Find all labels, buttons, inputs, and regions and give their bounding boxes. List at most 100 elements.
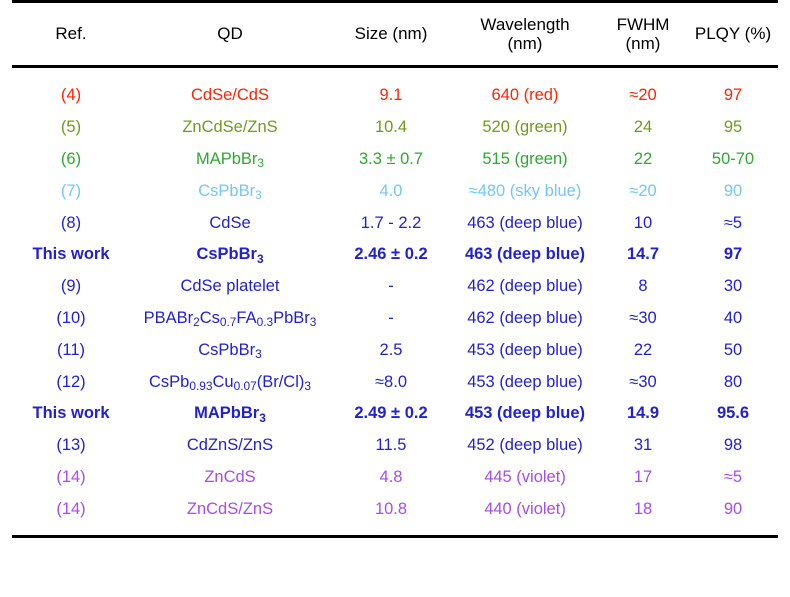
table-row: (12) CsPb0.93Cu0.07(Br/Cl)3 ≈8.0 453 (deep … — [12, 366, 778, 398]
cell-wavelength: 462 (deep blue) — [452, 271, 598, 303]
cell-size-text: 2.5 — [379, 340, 403, 359]
cell-plqy-text: 80 — [723, 372, 743, 391]
table-row: This work MAPbBr3 2.49 ± 0.2 453 (deep blue… — [12, 398, 778, 430]
cell-plqy: 50-70 — [688, 144, 778, 176]
cell-ref-text: (12) — [56, 372, 86, 391]
cell-qd-text: CdSe platelet — [180, 277, 280, 296]
cell-qd: ZnCdS/ZnS — [130, 493, 330, 536]
cell-qd: ZnCdS — [130, 462, 330, 494]
cell-qd-text: CdZnS/ZnS — [186, 436, 274, 455]
cell-plqy: 95.6 — [688, 398, 778, 430]
cell-size-text: - — [388, 277, 394, 296]
cell-fwhm: 22 — [598, 334, 688, 366]
cell-qd-text: MAPbBr3 — [194, 404, 266, 425]
table-body: (4) CdSe/CdS 9.1 640 (red) ≈20 97 (5) ZnCdSe/Zn… — [12, 67, 778, 537]
cell-ref: (5) — [12, 112, 130, 144]
cell-ref-text: (6) — [60, 149, 82, 168]
cell-fwhm: 8 — [598, 271, 688, 303]
cell-wavelength-text: 453 (deep blue) — [467, 372, 583, 391]
cell-fwhm-text: 14.7 — [626, 245, 660, 264]
cell-wavelength: 640 (red) — [452, 67, 598, 112]
cell-fwhm: ≈20 — [598, 67, 688, 112]
cell-qd: CsPbBr3 — [130, 175, 330, 207]
cell-fwhm: 14.9 — [598, 398, 688, 430]
cell-size-text: 3.3 ± 0.7 — [358, 149, 424, 168]
cell-fwhm-text: ≈30 — [629, 372, 657, 391]
cell-plqy: 30 — [688, 271, 778, 303]
cell-qd: PBABr2Cs0.7FA0.3PbBr3 — [130, 303, 330, 335]
cell-size-text: 2.49 ± 0.2 — [354, 404, 428, 423]
table-footer — [12, 535, 778, 539]
cell-wavelength-text: 453 (deep blue) — [467, 340, 583, 359]
cell-fwhm-text: 31 — [633, 436, 653, 455]
data-table: Ref. QD Size (nm) Wavelength (nm) FWHM (… — [12, 0, 778, 539]
cell-wavelength: 453 (deep blue) — [452, 334, 598, 366]
cell-qd-text: ZnCdSe/ZnS — [182, 118, 278, 137]
cell-fwhm: 17 — [598, 462, 688, 494]
cell-qd-text: ZnCdS — [204, 467, 256, 486]
column-header-wavelength-unit: (nm) — [507, 34, 543, 53]
cell-qd: CsPb0.93Cu0.07(Br/Cl)3 — [130, 366, 330, 398]
cell-plqy: 40 — [688, 303, 778, 335]
cell-plqy-text: 90 — [723, 499, 743, 518]
cell-ref-text: (4) — [60, 86, 82, 105]
cell-size: 9.1 — [330, 67, 452, 112]
cell-wavelength-text: 463 (deep blue) — [464, 245, 586, 264]
cell-size: 10.4 — [330, 112, 452, 144]
cell-plqy: 90 — [688, 175, 778, 207]
cell-size: 2.49 ± 0.2 — [330, 398, 452, 430]
cell-ref: (13) — [12, 430, 130, 462]
cell-plqy-text: ≈5 — [723, 467, 743, 486]
cell-ref-text: This work — [32, 245, 110, 264]
table-row: (14) ZnCdS/ZnS 10.8 440 (violet) 18 90 — [12, 493, 778, 536]
cell-wavelength: 445 (violet) — [452, 462, 598, 494]
cell-qd-text: CsPbBr3 — [198, 181, 262, 203]
cell-wavelength-text: 515 (green) — [482, 149, 568, 168]
cell-qd: CdSe platelet — [130, 271, 330, 303]
table-row: (8) CdSe 1.7 - 2.2 463 (deep blue) 10 ≈5 — [12, 207, 778, 239]
cell-size-text: 1.7 - 2.2 — [360, 213, 422, 232]
table-row: (10) PBABr2Cs0.7FA0.3PbBr3 - 462 (deep blue… — [12, 303, 778, 335]
cell-fwhm-text: 22 — [633, 149, 653, 168]
cell-plqy: ≈5 — [688, 462, 778, 494]
cell-size: 1.7 - 2.2 — [330, 207, 452, 239]
cell-ref: (14) — [12, 462, 130, 494]
cell-qd: MAPbBr3 — [130, 398, 330, 430]
cell-ref-text: (13) — [56, 436, 86, 455]
cell-size: 11.5 — [330, 430, 452, 462]
cell-plqy: 80 — [688, 366, 778, 398]
cell-ref-text: (14) — [56, 467, 86, 486]
cell-fwhm: 18 — [598, 493, 688, 536]
cell-plqy-text: 97 — [723, 86, 743, 105]
cell-size: 2.46 ± 0.2 — [330, 239, 452, 271]
cell-size-text: 11.5 — [375, 436, 407, 455]
cell-wavelength: ≈480 (sky blue) — [452, 175, 598, 207]
cell-wavelength-text: 640 (red) — [491, 86, 559, 105]
cell-size-text: - — [388, 308, 394, 327]
column-header-plqy: PLQY (%) — [688, 0, 778, 68]
cell-plqy: 50 — [688, 334, 778, 366]
table-row: (4) CdSe/CdS 9.1 640 (red) ≈20 97 — [12, 67, 778, 112]
cell-wavelength-text: 462 (deep blue) — [467, 308, 583, 327]
column-header-size-label: Size (nm) — [354, 24, 428, 44]
column-header-wavelength-label: Wavelength — [480, 14, 570, 34]
cell-ref: (12) — [12, 366, 130, 398]
cell-ref: This work — [12, 398, 130, 430]
cell-wavelength-text: 452 (deep blue) — [467, 436, 583, 455]
cell-size-text: 9.1 — [379, 86, 403, 105]
cell-qd-text: ZnCdS/ZnS — [186, 499, 274, 518]
cell-plqy-text: 50 — [723, 340, 743, 359]
cell-wavelength: 453 (deep blue) — [452, 398, 598, 430]
cell-plqy: 97 — [688, 239, 778, 271]
cell-wavelength-text: 440 (violet) — [484, 499, 566, 518]
cell-ref-text: (14) — [56, 499, 86, 518]
cell-ref-text: (7) — [60, 181, 82, 200]
cell-qd-text: CdSe/CdS — [191, 86, 269, 105]
cell-fwhm: ≈20 — [598, 175, 688, 207]
table-row: (13) CdZnS/ZnS 11.5 452 (deep blue) 31 98 — [12, 430, 778, 462]
cell-wavelength-text: 453 (deep blue) — [464, 404, 586, 423]
cell-fwhm-text: ≈30 — [629, 308, 657, 327]
cell-fwhm-text: 22 — [633, 340, 653, 359]
cell-ref-text: (5) — [60, 118, 82, 137]
cell-fwhm-text: 10 — [633, 213, 653, 232]
